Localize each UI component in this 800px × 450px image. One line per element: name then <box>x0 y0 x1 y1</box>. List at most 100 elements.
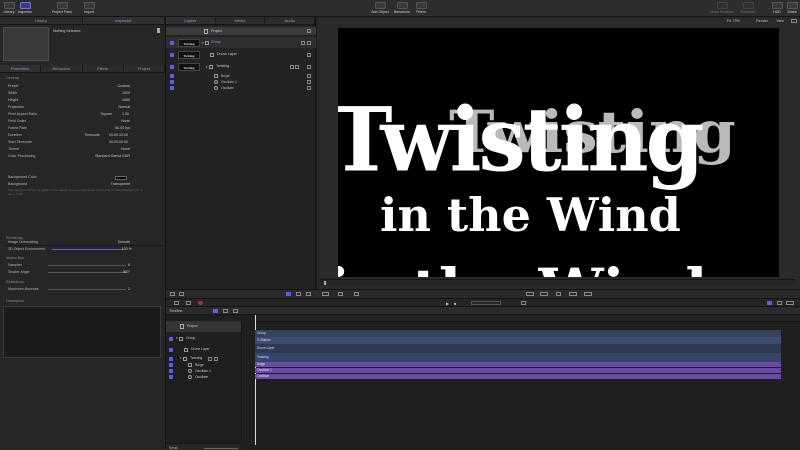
tab-audio[interactable]: Audio <box>265 17 316 24</box>
tab-properties[interactable]: Properties <box>0 65 42 72</box>
grid-icon[interactable] <box>296 292 301 296</box>
filter-badge-icon[interactable] <box>295 64 299 69</box>
filter-badge-icon[interactable] <box>214 356 218 361</box>
photo-icon[interactable] <box>179 292 184 296</box>
image-overscaling-row[interactable]: Image Overscaling Smooth <box>8 239 162 246</box>
bar-oscillate-1[interactable]: Oscillate 1 <box>255 368 781 373</box>
mask-tool-2-icon[interactable] <box>584 292 592 296</box>
preset-row[interactable]: Preset Custom <box>8 83 162 90</box>
timeline-row-oscillate[interactable]: Oscillate <box>166 374 241 380</box>
bar-bulge[interactable]: Bulge <box>255 362 781 367</box>
behavior-badge-icon[interactable] <box>290 64 294 69</box>
layer-row-drone[interactable]: Twisting Drone Layer <box>166 49 316 60</box>
project-row[interactable]: Project <box>166 27 316 35</box>
lock-icon[interactable] <box>307 40 311 45</box>
tab-inspector[interactable]: Inspector <box>82 17 165 24</box>
paint-icon[interactable] <box>556 292 561 296</box>
playhead-icon[interactable] <box>324 281 326 285</box>
layer-row-group[interactable]: Twisting ▾ Group <box>166 37 316 48</box>
bar-objects[interactable]: 3 Objects <box>255 337 781 344</box>
mask-tool-icon[interactable] <box>354 292 359 296</box>
hud-button[interactable]: HUD <box>770 2 784 14</box>
zoom-slider[interactable] <box>204 447 238 449</box>
guides-icon[interactable] <box>306 292 311 296</box>
canvas-viewer[interactable]: Twisting Twisting in the Wind in the Win… <box>338 28 779 277</box>
samples-row[interactable]: Samples 8 <box>8 262 162 269</box>
share-button[interactable]: Share <box>785 2 799 14</box>
replicate-button[interactable]: Replicate <box>738 2 758 14</box>
show-masks-icon[interactable] <box>233 308 238 313</box>
fit-zoom-control[interactable]: Fit: 75% <box>727 19 740 23</box>
behavior-row-oscillate[interactable]: Oscillate <box>166 85 316 91</box>
layout-icon[interactable] <box>791 19 797 23</box>
timeline-toggle-icon[interactable] <box>767 301 772 305</box>
import-button[interactable]: Import <box>82 2 96 14</box>
keyframe-editor-icon[interactable] <box>777 301 782 305</box>
frame-rate-row[interactable]: Frame Rate 60.00 fps <box>8 125 162 132</box>
lock-icon[interactable] <box>307 80 311 84</box>
track-size-label[interactable]: Small <box>169 446 177 450</box>
group-visibility-checkbox[interactable] <box>170 40 174 45</box>
pixel-aspect-row[interactable]: Pixel Aspect Ratio Square 1.00 <box>8 111 162 118</box>
samples-slider[interactable] <box>48 265 126 266</box>
color-processing-row[interactable]: Color Processing Standard Gamut SDR <box>8 153 162 160</box>
tab-project[interactable]: Project <box>124 65 165 72</box>
timeline-ruler[interactable] <box>254 315 800 322</box>
make-particles-button[interactable]: Make Particles <box>708 2 736 14</box>
height-row[interactable]: Height 1080 <box>8 97 162 104</box>
background-color-swatch[interactable] <box>115 175 127 180</box>
tab-media[interactable]: Media <box>216 17 266 24</box>
description-field[interactable] <box>3 306 161 358</box>
bar-oscillate[interactable]: Oscillate <box>255 374 781 379</box>
shutter-slider[interactable] <box>48 272 126 273</box>
tab-library[interactable]: Library <box>0 17 83 24</box>
disclosure-triangle-icon[interactable]: ▾ <box>202 41 204 45</box>
drone-visibility-checkbox[interactable] <box>170 52 174 57</box>
background-row[interactable]: Background Transparent <box>8 181 162 188</box>
3d-env-slider[interactable] <box>52 249 124 250</box>
projection-row[interactable]: Projection Normal <box>8 104 162 111</box>
oscillate-checkbox[interactable] <box>170 86 174 90</box>
max-bounces-row[interactable]: Maximum Bounces 2 <box>8 286 162 293</box>
library-button[interactable]: Library <box>2 2 16 14</box>
timeline-row-project[interactable]: Project <box>166 321 241 332</box>
lock-icon[interactable] <box>307 74 311 78</box>
field-order-row[interactable]: Field Order None <box>8 118 162 125</box>
mask-shape-icon[interactable] <box>540 292 548 296</box>
tab-filters[interactable]: Filters <box>83 65 124 72</box>
select-tool-icon[interactable] <box>322 292 329 296</box>
keyframe-icon[interactable] <box>186 301 191 305</box>
inspector-button[interactable]: Inspector <box>17 2 33 14</box>
loop-icon[interactable] <box>521 301 526 305</box>
record-button[interactable] <box>198 301 203 305</box>
project-pane-button[interactable]: Project Pane <box>50 2 74 14</box>
tab-layers[interactable]: Layers <box>166 17 216 24</box>
audio-timeline-icon[interactable] <box>786 301 794 305</box>
bulge-checkbox[interactable] <box>170 74 174 78</box>
view-menu[interactable]: View <box>776 19 784 23</box>
text-tool-icon[interactable] <box>569 292 577 296</box>
record-icon[interactable] <box>174 301 179 305</box>
shutter-angle-row[interactable]: Shutter Angle 360° <box>8 269 162 276</box>
timecode-display[interactable] <box>471 301 501 305</box>
layer-row-twisting[interactable]: Twisting ▾ Twisting <box>166 61 316 72</box>
3d-env-row[interactable]: 3D Object Environment 100 % <box>8 246 162 253</box>
view-layout-icon[interactable] <box>170 292 175 296</box>
lock-icon[interactable] <box>307 52 311 57</box>
show-effects-icon[interactable] <box>223 308 228 313</box>
bar-group[interactable]: Group <box>255 330 781 337</box>
render-menu[interactable]: Render <box>756 19 768 23</box>
theme-row[interactable]: Theme None <box>8 146 162 153</box>
oscillate-1-checkbox[interactable] <box>170 80 174 84</box>
start-timecode-row[interactable]: Start Timecode 00:00:00:00 <box>8 139 162 146</box>
pin-icon[interactable] <box>157 28 160 33</box>
twisting-visibility-checkbox[interactable] <box>170 64 174 69</box>
filters-button[interactable]: Filters <box>413 2 429 14</box>
lock-icon[interactable] <box>307 29 311 33</box>
timeline-row-group[interactable]: ▾ Group <box>166 333 241 344</box>
show-layers-icon[interactable] <box>213 308 218 313</box>
width-row[interactable]: Width 1920 <box>8 90 162 97</box>
overlay-icon[interactable] <box>286 292 291 296</box>
behavior-badge-icon[interactable] <box>208 356 212 361</box>
shape-tool-icon[interactable] <box>526 292 534 296</box>
